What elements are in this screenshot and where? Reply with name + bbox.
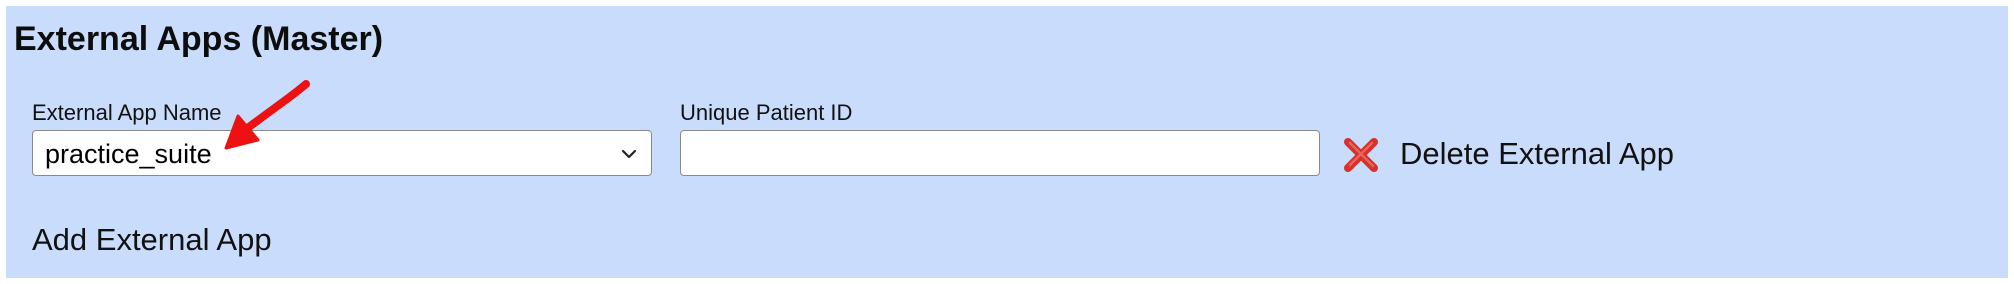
section-title: External Apps (Master) — [14, 20, 384, 58]
add-external-app-link[interactable]: Add External App — [32, 222, 272, 258]
chevron-down-icon — [621, 149, 637, 159]
patient-id-input[interactable] — [680, 130, 1320, 176]
app-name-label: External App Name — [32, 100, 222, 125]
app-name-selected-value: practice_suite — [45, 139, 212, 169]
external-apps-panel: External Apps (Master) External App Name… — [6, 6, 2008, 278]
delete-external-app-button[interactable]: Delete External App — [1340, 130, 1680, 180]
delete-external-app-label: Delete External App — [1400, 136, 1675, 171]
close-x-icon — [1344, 138, 1378, 172]
app-name-select[interactable]: practice_suite — [32, 130, 652, 176]
patient-id-label: Unique Patient ID — [680, 100, 853, 125]
